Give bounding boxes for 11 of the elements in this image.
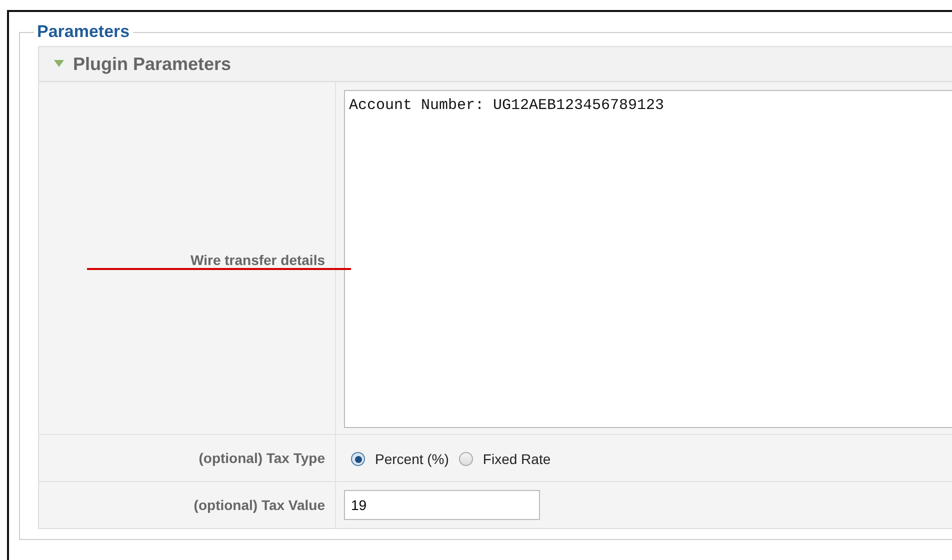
- wire-details-textarea[interactable]: Account Number: UG12AEB123456789123: [344, 90, 952, 428]
- radio-label[interactable]: Fixed Rate: [482, 451, 551, 467]
- radio-label[interactable]: Percent (%): [375, 451, 449, 467]
- field-label: Wire transfer details: [190, 252, 325, 268]
- fieldset-legend: Parameters: [34, 22, 133, 42]
- field-label: (optional) Tax Value: [194, 497, 325, 513]
- field-label: (optional) Tax Type: [198, 450, 325, 466]
- panel-title: Plugin Parameters: [73, 54, 232, 74]
- radio-button[interactable]: [351, 452, 365, 466]
- radio-button[interactable]: [458, 452, 473, 466]
- tax-value-field[interactable]: 19: [344, 490, 540, 520]
